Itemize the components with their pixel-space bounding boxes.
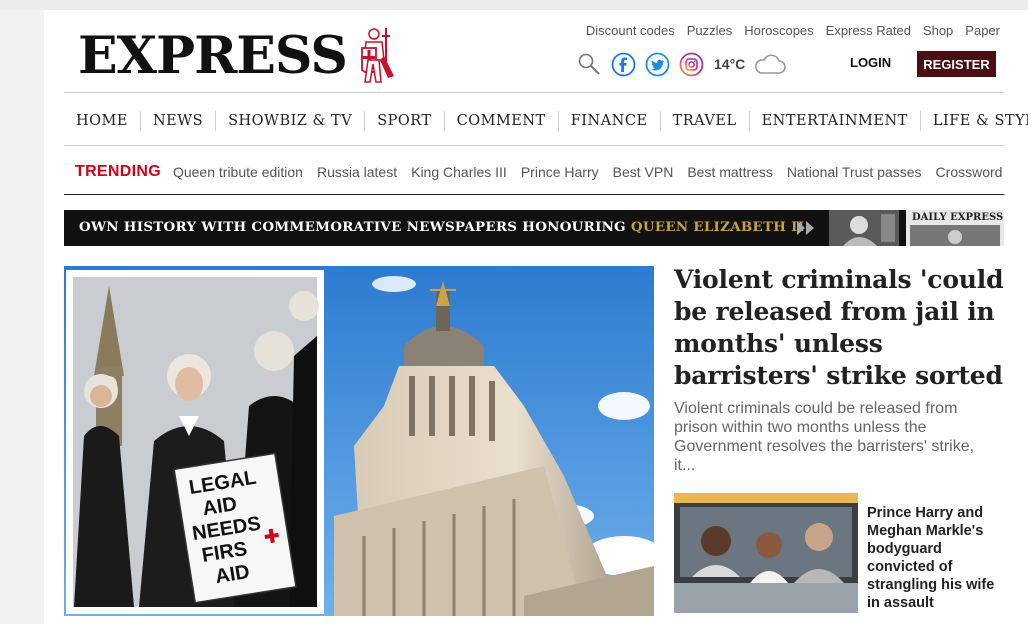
trending-link[interactable]: National Trust passes: [787, 164, 922, 180]
trending-link[interactable]: Crossword: [936, 164, 1003, 180]
facebook-icon[interactable]: [610, 51, 636, 77]
crusader-knight-icon: [360, 28, 394, 83]
toplink-shop[interactable]: Shop: [923, 23, 953, 38]
trending-link[interactable]: Prince Harry: [521, 164, 599, 180]
secondary-story-image[interactable]: [674, 493, 858, 613]
toplink-discount-codes[interactable]: Discount codes: [586, 23, 675, 38]
temperature: 14°C: [714, 56, 746, 72]
newspaper-masthead: DAILY EXPRESS: [912, 212, 1004, 223]
banner-highlight: QUEEN ELIZABETH II: [630, 219, 805, 235]
express-logo[interactable]: EXPRESS: [78, 26, 396, 86]
car-photo: [674, 493, 858, 613]
hero-image[interactable]: LEGAL AID NEEDS FIRS AID: [64, 266, 654, 616]
banner-main-text: OWN HISTORY WITH COMMEMORATIVE NEWSPAPER…: [79, 219, 631, 235]
nav-entertainment[interactable]: ENTERTAINMENT: [748, 111, 920, 131]
utility-row: 14°C: [576, 50, 787, 78]
trending-link[interactable]: Russia latest: [317, 164, 397, 180]
newspaper-photo: [910, 225, 1000, 246]
double-arrow-icon: [797, 221, 814, 235]
instagram-icon[interactable]: [678, 51, 704, 77]
trending-link[interactable]: Best VPN: [613, 164, 674, 180]
trending-bar: TRENDING Queen tribute edition Russia la…: [64, 161, 1004, 183]
logo-wordmark: EXPRESS: [78, 25, 348, 86]
toplink-puzzles[interactable]: Puzzles: [687, 23, 733, 38]
cloud-icon: [755, 54, 787, 74]
secondary-story-card[interactable]: Prince Harry and Meghan Markle's bodygua…: [674, 493, 1004, 613]
nav-travel[interactable]: TRAVEL: [659, 111, 749, 131]
toplink-paper[interactable]: Paper: [965, 23, 1000, 38]
nav-bottom-divider: [64, 145, 1004, 146]
twitter-icon[interactable]: [644, 51, 670, 77]
nav-life-style[interactable]: LIFE & STYLE: [919, 111, 1028, 131]
nav-comment[interactable]: COMMENT: [443, 111, 558, 131]
login-link[interactable]: LOGIN: [850, 55, 891, 70]
page: EXPRESS Discount codes Puzzles Horoscope…: [44, 10, 1028, 624]
main-nav: HOME NEWS SHOWBIZ & TV SPORT COMMENT FIN…: [64, 108, 1028, 134]
browser-top-strip: [0, 0, 1028, 10]
old-bailey-photo: LEGAL AID NEEDS FIRS AID: [64, 266, 654, 616]
nav-top-divider: [64, 92, 1004, 93]
top-links: Discount codes Puzzles Horoscopes Expres…: [586, 23, 1000, 38]
nav-showbiz-tv[interactable]: SHOWBIZ & TV: [215, 111, 364, 131]
search-icon[interactable]: [576, 51, 602, 77]
nav-sport[interactable]: SPORT: [364, 111, 443, 131]
nav-news[interactable]: NEWS: [139, 111, 215, 131]
banner-text: OWN HISTORY WITH COMMEMORATIVE NEWSPAPER…: [79, 219, 804, 235]
hero-standfirst[interactable]: Violent criminals could be released from…: [674, 399, 996, 475]
trending-divider: [64, 194, 1004, 195]
register-button[interactable]: REGISTER: [917, 51, 996, 77]
secondary-story-title[interactable]: Prince Harry and Meghan Markle's bodygua…: [867, 504, 1007, 612]
hero-headline[interactable]: Violent criminals 'could be released fro…: [674, 264, 1004, 392]
toplink-horoscopes[interactable]: Horoscopes: [744, 23, 813, 38]
trending-link[interactable]: Queen tribute edition: [173, 164, 303, 180]
commemorative-banner[interactable]: OWN HISTORY WITH COMMEMORATIVE NEWSPAPER…: [64, 210, 1004, 246]
trending-link[interactable]: Best mattress: [687, 164, 773, 180]
banner-photo-queen: [829, 210, 899, 246]
trending-link[interactable]: King Charles III: [411, 164, 507, 180]
banner-newspaper: DAILY EXPRESS: [906, 210, 1004, 246]
nav-finance[interactable]: FINANCE: [557, 111, 660, 131]
trending-label: TRENDING: [75, 163, 161, 180]
nav-home[interactable]: HOME: [64, 111, 140, 131]
toplink-express-rated[interactable]: Express Rated: [826, 23, 911, 38]
